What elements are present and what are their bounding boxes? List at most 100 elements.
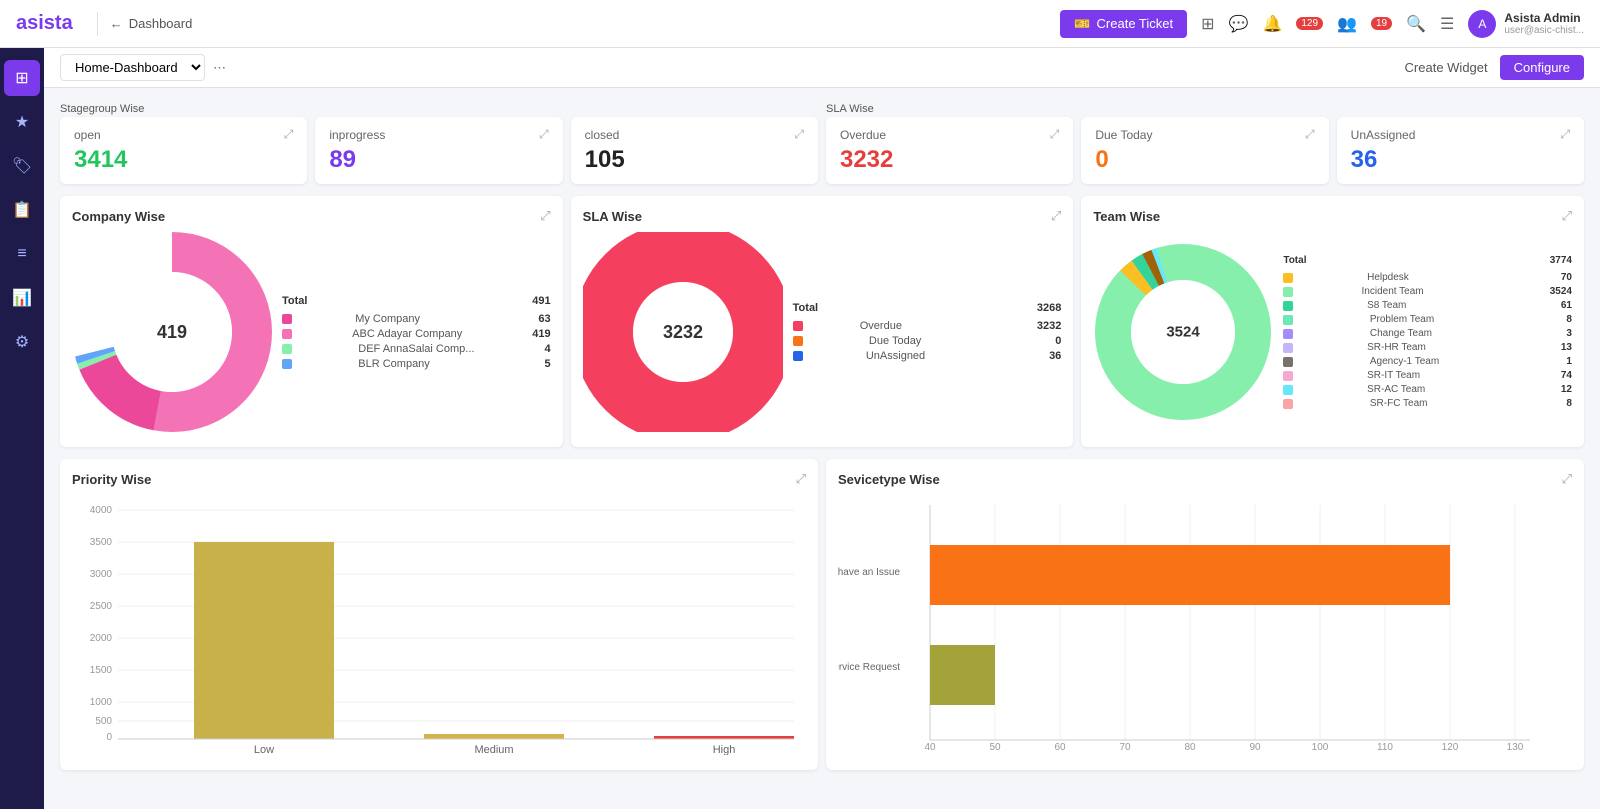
svg-text:40: 40 [924, 742, 936, 753]
sidebar-item-tag[interactable]: 🏷 [4, 148, 40, 184]
servicetype-wise-title: Sevicetype Wise [838, 472, 940, 487]
stat-overdue-title: Overdue [840, 128, 886, 142]
svg-text:2000: 2000 [90, 633, 113, 644]
chart-row: Company Wise ⤢ 4 [60, 196, 1584, 447]
team-wise-chart-area: 3524 Total3774 Helpdesk 70 Incident Team [1093, 232, 1572, 435]
legend-item-change: Change Team 3 [1283, 328, 1572, 339]
user-info[interactable]: A Asista Admin user@asic-chist... [1468, 10, 1584, 38]
priority-wise-expand[interactable]: ⤢ [796, 471, 806, 487]
stat-duetoday-expand[interactable]: ⤢ [1305, 127, 1315, 142]
company-donut-svg: 419 [72, 232, 272, 432]
more-options-icon[interactable]: ⋯ [213, 60, 226, 76]
company-wise-title: Company Wise [72, 209, 165, 224]
svg-text:4000: 4000 [90, 505, 113, 516]
svg-text:70: 70 [1119, 742, 1131, 753]
nav-right: 🎫 Create Ticket ⊞ 💬 🔔 129 👥 19 🔍 ☰ A Asi… [1060, 10, 1584, 38]
sla-total: Total3268 [793, 302, 1062, 314]
stat-open-title: open [74, 128, 101, 142]
breadcrumb: ← Dashboard [110, 16, 193, 31]
legend-item-helpdesk: Helpdesk 70 [1283, 272, 1572, 283]
bottom-row: Priority Wise ⤢ 4000 3500 3000 2500 2000… [60, 459, 1584, 770]
grid-icon[interactable]: ⊞ [1201, 14, 1214, 34]
configure-button[interactable]: Configure [1500, 55, 1584, 80]
svg-text:High: High [713, 744, 736, 755]
team-wise-title: Team Wise [1093, 209, 1160, 224]
nav-divider [97, 12, 98, 36]
sidebar-item-list[interactable]: ≡ [4, 236, 40, 272]
stat-unassigned-value: 36 [1351, 146, 1570, 174]
create-ticket-button[interactable]: 🎫 Create Ticket [1060, 10, 1187, 38]
dashboard-select[interactable]: Home-Dashboard [60, 54, 205, 81]
stat-duetoday-title: Due Today [1095, 128, 1152, 142]
agents-icon[interactable]: 👥 [1337, 14, 1357, 34]
company-wise-legend: Total491 My Company 63 ABC Adayar Compan… [282, 295, 551, 373]
stat-overdue-expand[interactable]: ⤢ [1050, 127, 1060, 142]
priority-bar-low [194, 542, 334, 739]
svg-text:100: 100 [1312, 742, 1329, 753]
legend-item-mycompany: My Company 63 [282, 313, 551, 325]
company-wise-card: Company Wise ⤢ 4 [60, 196, 563, 447]
company-wise-chart-area: 419 Total491 My Company 63 ABC Adayar Co… [72, 232, 551, 435]
stat-cards-row: open ⤢ 3414 inprogress ⤢ 89 closed ⤢ 105… [60, 117, 1584, 184]
svg-text:3500: 3500 [90, 537, 113, 548]
sub-nav: Home-Dashboard ⋯ Create Widget Configure [44, 48, 1600, 88]
legend-item-srfc: SR-FC Team 8 [1283, 398, 1572, 409]
svg-text:110: 110 [1377, 742, 1393, 753]
servicetype-wise-expand[interactable]: ⤢ [1562, 471, 1572, 487]
stat-card-inprogress: inprogress ⤢ 89 [315, 117, 562, 184]
stat-overdue-value: 3232 [840, 146, 1059, 174]
breadcrumb-back[interactable]: ← [110, 16, 123, 31]
stat-unassigned-expand[interactable]: ⤢ [1560, 127, 1570, 142]
svg-text:90: 90 [1249, 742, 1261, 753]
agents-badge: 19 [1371, 17, 1392, 30]
sla-wise-expand[interactable]: ⤢ [1051, 208, 1061, 224]
stat-unassigned-title: UnAssigned [1351, 128, 1416, 142]
top-nav: asista ← Dashboard 🎫 Create Ticket ⊞ 💬 🔔… [0, 0, 1600, 48]
svg-text:419: 419 [157, 322, 187, 342]
svg-text:1000: 1000 [90, 697, 113, 708]
legend-item-blr: BLR Company 5 [282, 358, 551, 370]
svg-text:0: 0 [106, 732, 112, 743]
stat-open-expand[interactable]: ⤢ [284, 127, 294, 142]
bell-icon[interactable]: 🔔 [1262, 14, 1282, 34]
svg-text:130: 130 [1507, 742, 1524, 753]
priority-bar-chart: 4000 3500 3000 2500 2000 1500 1000 500 0 [72, 495, 806, 755]
stat-card-unassigned: UnAssigned ⤢ 36 [1337, 117, 1584, 184]
team-donut-container: 3524 [1093, 232, 1273, 435]
sidebar-item-settings[interactable]: ⚙ [4, 324, 40, 360]
company-wise-expand[interactable]: ⤢ [540, 208, 550, 224]
legend-item-s8: S8 Team 61 [1283, 300, 1572, 311]
svg-text:120: 120 [1442, 742, 1459, 753]
sidebar-item-book[interactable]: 📋 [4, 192, 40, 228]
svg-text:3524: 3524 [1167, 324, 1201, 341]
sub-nav-left: Home-Dashboard ⋯ [60, 54, 226, 81]
sla-wise-chart-area: 3232 Total3268 Overdue 3232 Due Today [583, 232, 1062, 435]
stat-closed-expand[interactable]: ⤢ [794, 127, 804, 142]
team-wise-expand[interactable]: ⤢ [1562, 208, 1572, 224]
sidebar: ⊞ ★ 🏷 📋 ≡ 📊 ⚙ [0, 48, 44, 809]
sla-section-label: SLA Wise [826, 103, 874, 115]
svg-text:1500: 1500 [90, 665, 113, 676]
svg-text:Medium: Medium [474, 744, 513, 755]
team-donut-svg: 3524 [1093, 232, 1273, 432]
stat-closed-title: closed [585, 128, 620, 142]
sub-nav-right: Create Widget Configure [1405, 55, 1584, 80]
stat-duetoday-value: 0 [1095, 146, 1314, 174]
servicetype-wise-card: Sevicetype Wise ⤢ 40 50 60 70 80 90 100 … [826, 459, 1584, 770]
stat-inprogress-expand[interactable]: ⤢ [539, 127, 549, 142]
sidebar-item-star[interactable]: ★ [4, 104, 40, 140]
legend-item-abc: ABC Adayar Company 419 [282, 328, 551, 340]
servicetype-bar-chart: 40 50 60 70 80 90 100 110 120 130 [838, 495, 1572, 755]
sidebar-item-report[interactable]: 📊 [4, 280, 40, 316]
legend-item-duetoday: Due Today 0 [793, 335, 1062, 347]
stagegroup-label: Stagegroup Wise [60, 103, 144, 115]
chat-icon[interactable]: 💬 [1229, 14, 1249, 34]
search-icon[interactable]: 🔍 [1406, 14, 1426, 34]
stat-card-open: open ⤢ 3414 [60, 117, 307, 184]
sidebar-item-dashboard[interactable]: ⊞ [4, 60, 40, 96]
legend-item-problem: Problem Team 8 [1283, 314, 1572, 325]
menu-icon[interactable]: ☰ [1440, 14, 1454, 34]
legend-item-unassigned: UnAssigned 36 [793, 350, 1062, 362]
svg-text:80: 80 [1184, 742, 1196, 753]
create-widget-link[interactable]: Create Widget [1405, 60, 1488, 75]
